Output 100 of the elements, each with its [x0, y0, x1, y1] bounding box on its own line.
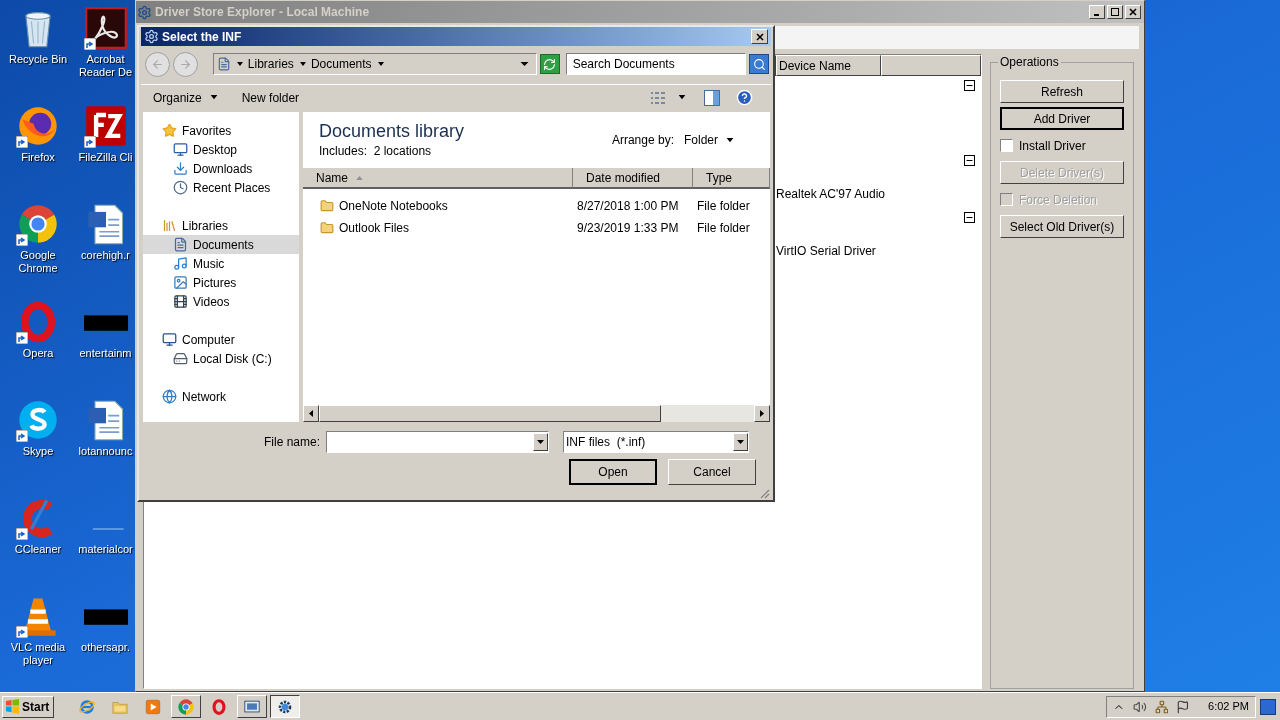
file-type-combobox[interactable]: INF files (*.inf) [563, 431, 749, 453]
computer-icon [162, 332, 177, 347]
nav-item[interactable]: Favorites [182, 121, 232, 140]
breadcrumb-item[interactable]: Documents [310, 55, 372, 73]
close-icon [1129, 8, 1137, 16]
nav-item[interactable]: Documents [143, 235, 299, 254]
download-icon [173, 161, 188, 176]
dropdown-button[interactable] [533, 433, 548, 451]
desktop-icon-label[interactable]: corehigh.r [73, 249, 138, 262]
file-date: 8/27/2018 1:00 PM [576, 198, 680, 215]
gear-icon [144, 29, 159, 44]
desktop-icon-label[interactable]: othersapr. [73, 641, 138, 654]
nav-item[interactable]: Libraries [182, 216, 229, 235]
operation-button[interactable]: Refresh [1000, 80, 1124, 103]
dialog-button[interactable]: Cancel [668, 459, 756, 485]
dropdown-button[interactable] [733, 433, 748, 451]
desktop-icon-label[interactable]: entertainm [73, 347, 138, 360]
transfer-app-icon[interactable] [83, 104, 128, 148]
file-name[interactable]: OneNote Notebooks [339, 197, 448, 215]
operation-button[interactable]: Select Old Driver(s) [1000, 215, 1124, 238]
column-header[interactable]: Date modified [573, 168, 693, 189]
close-button[interactable] [1125, 5, 1141, 19]
file-name[interactable]: Outlook Files [339, 219, 410, 237]
fox-globe-icon[interactable] [16, 104, 60, 148]
checkbox[interactable] [1000, 139, 1013, 152]
breadcrumb-item[interactable]: Libraries [247, 55, 294, 73]
dialog-button[interactable]: Open [569, 459, 657, 485]
clock-time[interactable]: 6:02 PM [1208, 698, 1249, 715]
refresh-button[interactable] [539, 54, 560, 74]
hard-drive-icon [173, 351, 188, 366]
search-field[interactable]: Search Documents [565, 53, 747, 75]
operation-button[interactable]: Add Driver [1000, 107, 1124, 130]
flag-icon[interactable] [1176, 699, 1191, 714]
column-header[interactable]: Type [693, 168, 770, 189]
caret-icon [537, 440, 544, 444]
collapse-icon[interactable] [964, 155, 975, 166]
column-header[interactable]: Device Name [776, 55, 881, 76]
desktop-icon-label[interactable]: FileZilla Cli [73, 151, 138, 164]
desktop-icon-label[interactable]: Opera [6, 347, 70, 360]
desktop-icon-label[interactable]: Acrobat Reader De [73, 53, 138, 79]
right-arrow-icon [760, 410, 764, 417]
desktop-icon-label[interactable]: VLC media player [6, 641, 70, 667]
desktop-icon-label[interactable]: CCleaner [6, 543, 70, 556]
media-player-icon [144, 697, 162, 716]
toolbar-button[interactable]: Organize [153, 88, 218, 107]
collapse-icon[interactable] [964, 80, 975, 91]
maximize-icon [1111, 8, 1119, 16]
close-button[interactable] [751, 29, 768, 44]
desktop-icon-label[interactable]: Skype [6, 445, 70, 458]
caret-icon[interactable] [519, 61, 529, 67]
resize-grip-icon[interactable] [758, 487, 770, 499]
scrollbar-thumb[interactable] [319, 405, 661, 422]
maximize-button[interactable] [1107, 5, 1123, 19]
show-desktop-button[interactable] [1260, 698, 1276, 715]
chat-app-icon[interactable] [16, 398, 60, 442]
caret-icon[interactable] [236, 61, 243, 67]
browser-e-icon [78, 697, 96, 716]
nav-item[interactable]: Computer [182, 330, 235, 349]
window-title: Driver Store Explorer - Local Machine [155, 4, 371, 21]
horizontal-scrollbar[interactable] [303, 405, 770, 422]
desktop-icon-label[interactable]: Recycle Bin [6, 53, 70, 66]
help-icon[interactable] [736, 89, 753, 106]
column-header[interactable]: Name [303, 168, 573, 189]
speaker-icon[interactable] [1132, 699, 1147, 714]
close-icon [755, 32, 764, 41]
library-icon [162, 218, 177, 233]
desktop-icon-label[interactable]: Google Chrome [6, 249, 70, 275]
browser-icon[interactable] [16, 202, 60, 246]
arrange-dropdown[interactable]: Folder [684, 131, 734, 149]
caret-icon[interactable] [299, 61, 306, 67]
caret-icon[interactable] [377, 61, 384, 67]
scroll-right-button[interactable] [754, 405, 770, 422]
start-button[interactable]: Start [2, 695, 54, 718]
desktop-icon-label[interactable]: materialcor [73, 543, 138, 556]
scroll-left-button[interactable] [303, 405, 319, 422]
taskbar-button[interactable] [270, 695, 300, 718]
device-name: Realtek AC'97 Audio [776, 187, 886, 201]
toolbar-button[interactable]: New folder [241, 88, 300, 107]
file-date: 9/23/2019 1:33 PM [576, 220, 680, 237]
desktop-icon-label[interactable]: Firefox [6, 151, 70, 164]
column-header[interactable] [881, 55, 981, 76]
collapse-icon[interactable] [964, 212, 975, 223]
browser-icon [177, 697, 195, 716]
caret-icon[interactable] [678, 95, 686, 100]
refresh-icon [543, 57, 557, 71]
file-name-combobox[interactable] [326, 431, 549, 453]
desktop-icon-label[interactable]: lotannounc [73, 445, 138, 458]
checkbox-label[interactable]: Install Driver [1019, 136, 1086, 155]
network-icon[interactable] [1154, 699, 1169, 714]
minimize-button[interactable] [1089, 5, 1105, 19]
globe-icon [162, 389, 177, 404]
clock-icon [173, 180, 188, 195]
preview-pane-icon[interactable] [704, 89, 720, 106]
address-bar[interactable]: Libraries Documents [212, 53, 537, 75]
left-arrow-icon [309, 410, 313, 417]
search-button[interactable] [749, 54, 769, 74]
nav-item[interactable]: Network [182, 387, 226, 406]
dialog-title: Select the INF [162, 28, 243, 46]
document-app-icon[interactable] [83, 6, 128, 50]
device-name: VirtIO Serial Driver [776, 244, 876, 258]
